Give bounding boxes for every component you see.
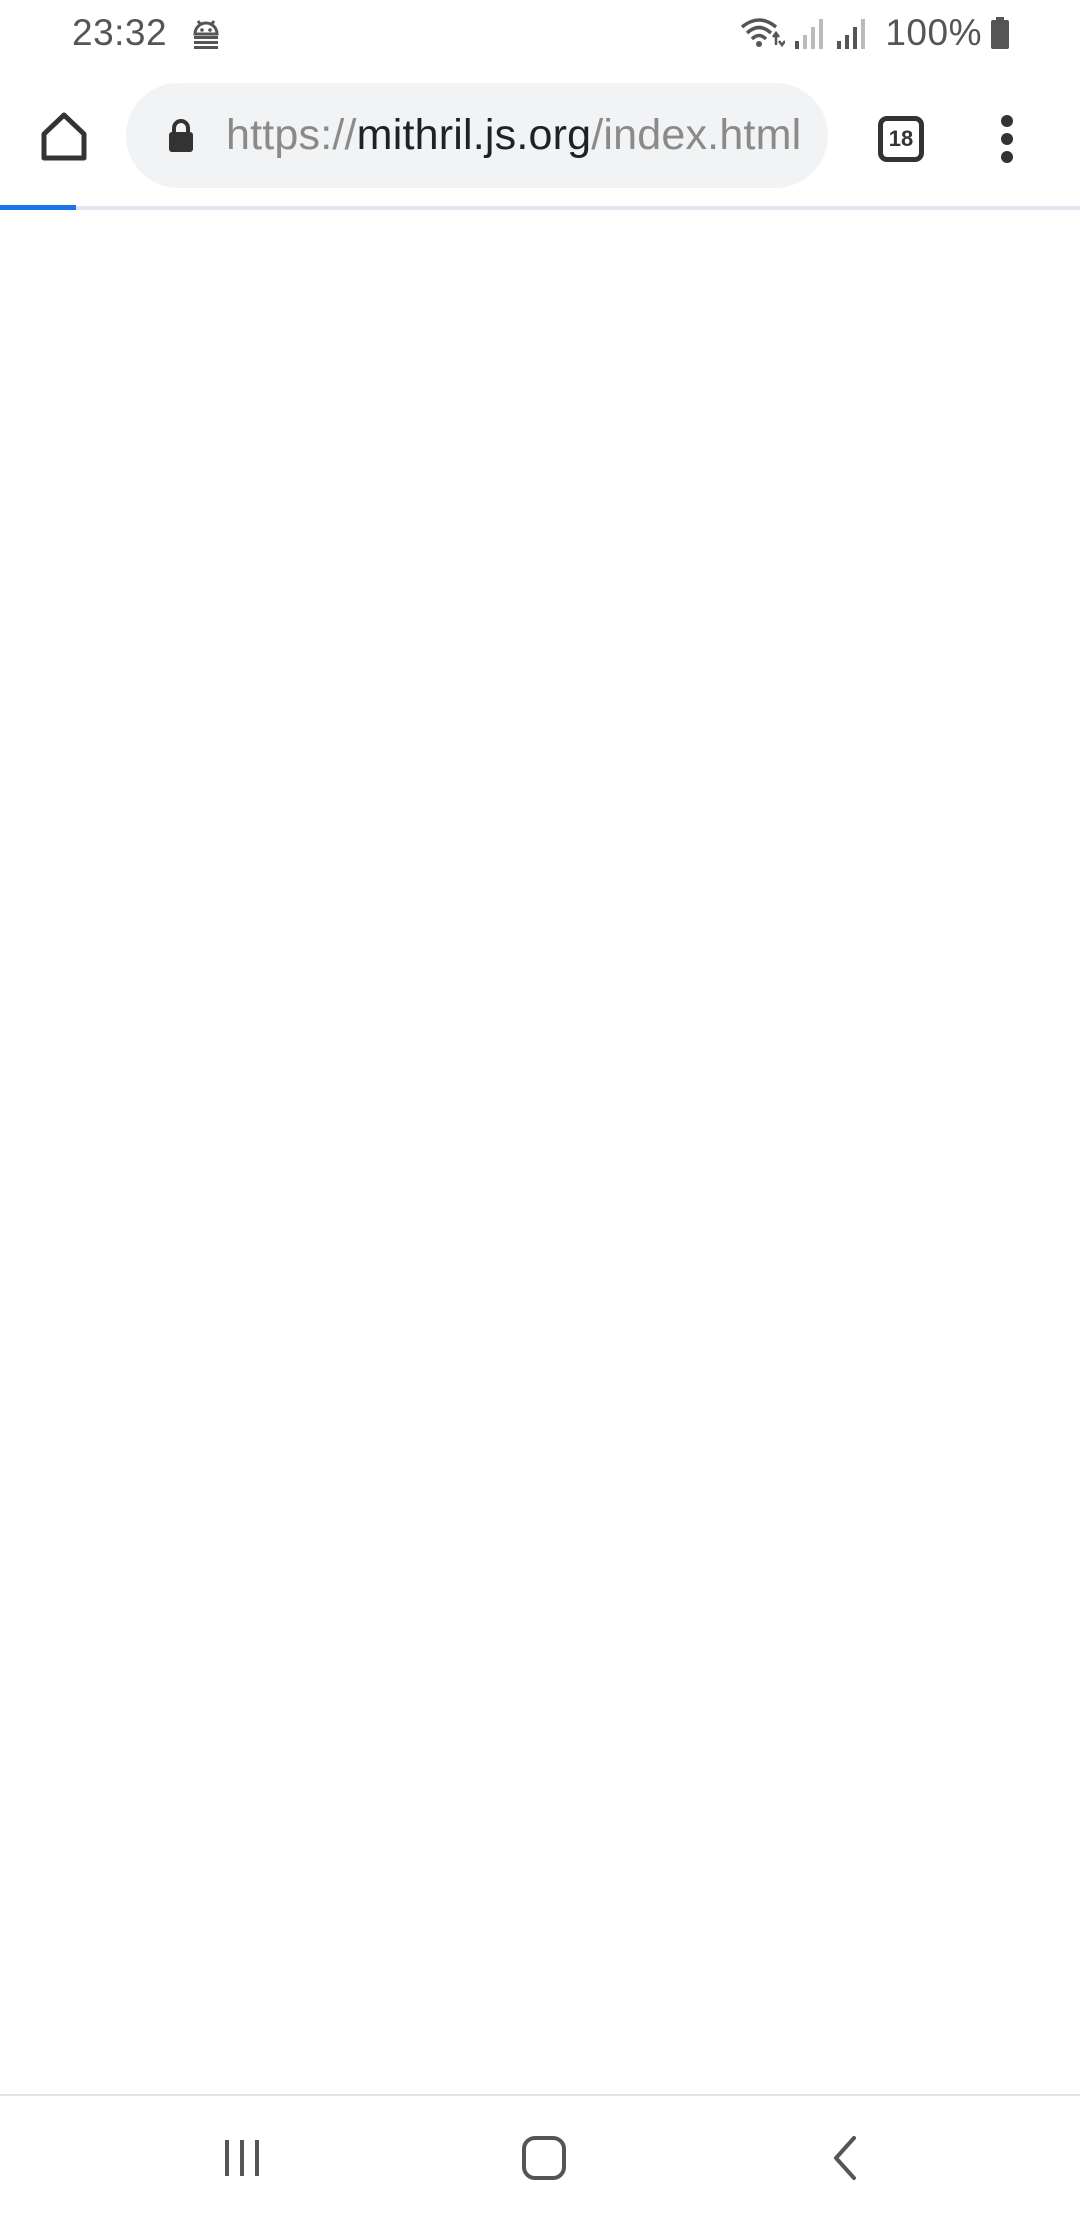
more-vert-icon: [1001, 115, 1013, 163]
lock-icon: [166, 117, 196, 155]
home-icon: [522, 2136, 566, 2180]
status-right: 100%: [739, 12, 1010, 54]
tab-switcher-icon: 18: [878, 116, 924, 162]
signal-icon: [793, 15, 827, 51]
android-debug-icon: [189, 16, 223, 50]
back-icon: [834, 2136, 856, 2180]
status-time: 23:32: [72, 12, 168, 53]
url-bar[interactable]: https://mithril.js.org/index.html: [126, 83, 828, 188]
url-scheme: https://: [226, 111, 357, 159]
recents-button[interactable]: [192, 2118, 292, 2198]
browser-toolbar: https://mithril.js.org/index.html 18: [0, 66, 1080, 208]
signal-icon: [835, 15, 869, 51]
home-button[interactable]: [28, 100, 100, 172]
recents-icon: [225, 2140, 259, 2176]
battery-percent: 100%: [885, 12, 982, 53]
wifi-icon: [739, 15, 786, 51]
status-left: 23:32: [72, 12, 223, 54]
web-content-area[interactable]: [0, 210, 1080, 2094]
nav-home-button[interactable]: [494, 2118, 594, 2198]
url-path: /index.html: [591, 111, 801, 159]
more-menu-button[interactable]: [972, 104, 1042, 174]
status-bar: 23:32 100%: [0, 0, 1080, 66]
battery-icon: [990, 16, 1010, 50]
phone-screen: 23:32 100% https://mithril.js.org/index.…: [0, 0, 1080, 2220]
url-domain: mithril.js.org: [356, 111, 592, 159]
tab-switcher-button[interactable]: 18: [866, 104, 936, 174]
back-button[interactable]: [796, 2118, 896, 2198]
home-icon: [41, 112, 87, 161]
url-text: https://mithril.js.org/index.html: [226, 111, 801, 160]
tab-count: 18: [888, 126, 914, 151]
navigation-bar: [0, 2094, 1080, 2220]
